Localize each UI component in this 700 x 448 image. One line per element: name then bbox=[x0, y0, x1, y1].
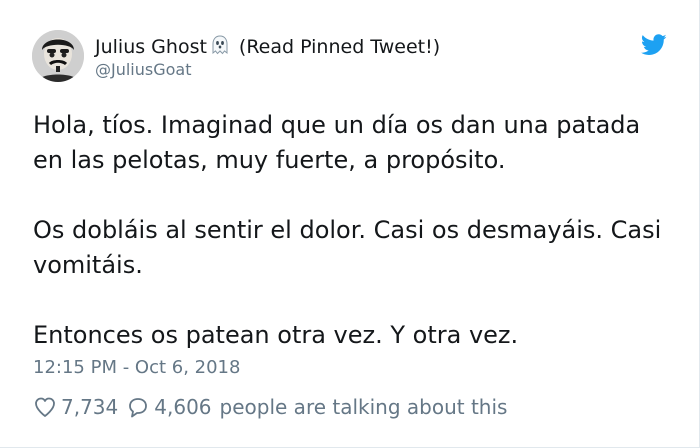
author-name-row[interactable]: Julius Ghost (Read Pinned Tweet!) bbox=[95, 34, 440, 59]
twitter-bird-icon[interactable] bbox=[640, 34, 667, 56]
tweet-paragraph: Entonces os patean otra vez. Y otra vez. bbox=[33, 321, 519, 349]
tweet-paragraph: Os dobláis al sentir el dolor. Casi os d… bbox=[33, 216, 662, 279]
tweet-actions: 7,734 4,606 people are talking about thi… bbox=[33, 394, 507, 420]
tweet-card: Julius Ghost (Read Pinned Tweet!) @Juliu… bbox=[0, 0, 700, 448]
author-handle[interactable]: @JuliusGoat bbox=[95, 60, 192, 80]
tweet-timestamp[interactable]: 12:15 PM - Oct 6, 2018 bbox=[33, 357, 240, 379]
avatar[interactable] bbox=[32, 30, 84, 82]
ghost-icon bbox=[209, 34, 231, 56]
tweet-text: Hola, tíos. Imaginad que un día os dan u… bbox=[33, 108, 673, 353]
heart-icon[interactable] bbox=[33, 395, 57, 419]
author-display-name[interactable]: Julius Ghost bbox=[95, 36, 207, 58]
reply-bubble-icon[interactable] bbox=[126, 395, 150, 419]
like-count[interactable]: 7,734 bbox=[61, 395, 118, 419]
author-name-suffix: (Read Pinned Tweet!) bbox=[238, 36, 441, 58]
tweet-paragraph: Hola, tíos. Imaginad que un día os dan u… bbox=[33, 111, 641, 174]
talking-about-label[interactable]: people are talking about this bbox=[220, 395, 508, 419]
reply-count[interactable]: 4,606 bbox=[154, 395, 211, 419]
